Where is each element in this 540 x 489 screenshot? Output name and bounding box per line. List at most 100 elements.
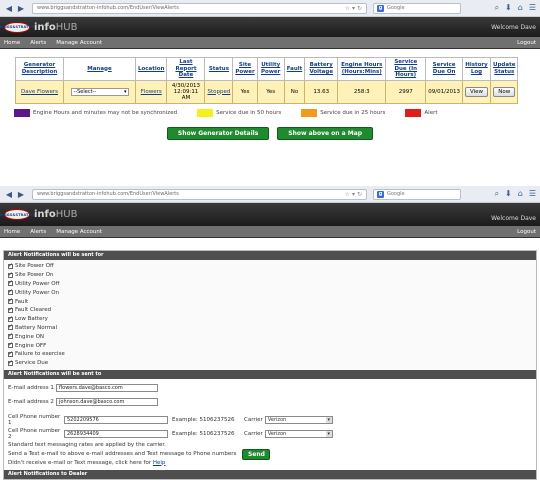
checkbox[interactable] [8, 359, 13, 366]
col-description[interactable]: Generator Description [15, 57, 64, 81]
forward-arrow-icon[interactable]: ▶ [16, 189, 26, 199]
search-box[interactable]: g Google [373, 188, 461, 200]
col-engine-hours[interactable]: Engine Hours (Hours:Mins) [337, 57, 387, 81]
list-item[interactable]: Engine ON [8, 332, 532, 341]
generator-description-link[interactable]: Dave Flowers [21, 89, 58, 95]
list-item[interactable]: Service Due [8, 359, 532, 368]
show-on-map-button[interactable]: Show above on a Map [277, 126, 374, 140]
show-generator-details-button[interactable]: Show Generator Details [166, 126, 270, 140]
help-note: Didn't receive e-mail or Text message, c… [8, 459, 532, 468]
list-item[interactable]: Fault Cleared [8, 306, 532, 315]
email2-field[interactable]: johnson.dave@basco.com [56, 397, 158, 406]
google-logo-icon: g [377, 190, 384, 198]
back-arrow-icon[interactable]: ◀ [4, 189, 14, 199]
alert-label: Utility Power Off [15, 280, 60, 287]
legend-item: Alert [405, 108, 438, 117]
col-location[interactable]: Location [134, 57, 168, 81]
checkbox[interactable] [8, 306, 13, 313]
email1-field[interactable]: flowers.dave@basco.com [56, 383, 158, 392]
forward-arrow-icon[interactable]: ▶ [16, 3, 26, 13]
list-item[interactable]: Site Power Off [8, 262, 532, 271]
checkbox[interactable] [8, 332, 13, 340]
reload-icon[interactable]: ↻ [357, 5, 362, 12]
menu-alerts[interactable]: Alerts [30, 40, 46, 46]
col-service-due-hours[interactable]: Service Due (In Hours) [385, 57, 427, 81]
checkbox[interactable] [8, 315, 13, 322]
checkbox[interactable] [8, 279, 13, 287]
checkbox[interactable] [8, 288, 13, 296]
list-item[interactable]: Fault [8, 297, 532, 306]
dropdown-arrow-icon[interactable]: ▾ [352, 191, 355, 198]
col-utility-power[interactable]: Utility Power [256, 57, 285, 81]
dropdown-arrow-icon[interactable]: ▾ [352, 5, 355, 12]
download-icon[interactable]: ⬇ [505, 3, 512, 13]
list-item[interactable]: Utility Power On [8, 288, 532, 297]
bookmarks-icon[interactable]: ⌕ [495, 189, 499, 199]
menu-manage-account[interactable]: Manage Account [56, 229, 102, 235]
update-now-button[interactable]: Now [493, 86, 516, 97]
google-logo-icon: g [377, 4, 384, 12]
col-update-status: Update Status [490, 57, 519, 81]
list-item[interactable]: Engine OFF [8, 341, 532, 350]
back-arrow-icon[interactable]: ◀ [4, 3, 14, 13]
col-status[interactable]: Status [204, 57, 234, 81]
send-test-button[interactable]: Send [242, 448, 271, 460]
checkbox[interactable] [8, 262, 13, 269]
manage-select[interactable]: --Select-- [70, 87, 129, 96]
alert-type-list: Site Power Off Site Power On Utility Pow… [4, 260, 536, 370]
carrier1-select[interactable]: Verizon [264, 415, 333, 424]
menu-icon[interactable]: ☰ [529, 3, 536, 13]
email2-row: E-mail address 2 johnson.dave@basco.com [8, 395, 532, 409]
list-item[interactable]: Battery Normal [8, 323, 532, 333]
list-item[interactable]: Low Battery [8, 315, 532, 324]
product-name-bold: info [34, 209, 56, 220]
history-view-button[interactable]: View [464, 86, 489, 97]
bookmarks-icon[interactable]: ⌕ [495, 3, 499, 13]
list-item[interactable]: Site Power On [8, 271, 532, 280]
search-placeholder: Google [387, 5, 405, 11]
carrier2-select[interactable]: Verizon [264, 429, 333, 438]
send-test-note: Send a Test e-mail to above e-mail addre… [8, 450, 237, 457]
cell1-field[interactable]: 5202209576 [64, 415, 168, 424]
menu-manage-account[interactable]: Manage Account [56, 40, 102, 46]
menu-alerts[interactable]: Alerts [30, 229, 46, 235]
bookmark-star-icon[interactable]: ☆ [345, 5, 350, 12]
checkbox[interactable] [8, 323, 13, 331]
cell2-example: Example: 5106237526 [172, 430, 235, 437]
alert-label: Engine OFF [15, 342, 47, 349]
sent-to-header: Alert Notifications will be sent to [4, 369, 536, 379]
col-site-power[interactable]: Site Power [232, 57, 258, 81]
col-battery-voltage[interactable]: Battery Voltage [304, 57, 339, 81]
help-link[interactable]: Help [153, 460, 166, 466]
address-bar[interactable]: www.briggsandstratton-infohub.com/EndUse… [32, 2, 367, 14]
alert-label: Failure to exercise [15, 351, 65, 358]
menu-icon[interactable]: ☰ [529, 189, 536, 199]
menu-home[interactable]: Home [4, 229, 20, 235]
download-icon[interactable]: ⬇ [505, 189, 512, 199]
col-service-due-on[interactable]: Service Due On [425, 57, 463, 81]
cell2-field[interactable]: 2628934409 [64, 429, 168, 438]
cell1-row: Cell Phone number 1 5202209576 Example: … [8, 413, 532, 427]
col-last-report[interactable]: Last Report Date [166, 57, 206, 81]
checkbox[interactable] [8, 271, 13, 278]
cell-manage: --Select-- [63, 79, 136, 104]
home-icon[interactable]: ⌂ [518, 3, 523, 13]
search-placeholder: Google [387, 191, 405, 197]
logout-link[interactable]: Logout [517, 229, 536, 235]
checkbox[interactable] [8, 350, 13, 357]
address-bar[interactable]: www.briggsandstratton-infohub.com/EndUse… [32, 188, 367, 200]
col-fault[interactable]: Fault [283, 57, 306, 81]
reload-icon[interactable]: ↻ [357, 191, 362, 198]
status-link[interactable]: Stopped [207, 89, 230, 95]
location-link[interactable]: Flowers [141, 89, 162, 95]
checkbox[interactable] [8, 297, 13, 305]
menu-home[interactable]: Home [4, 40, 20, 46]
logout-link[interactable]: Logout [517, 40, 536, 46]
list-item[interactable]: Utility Power Off [8, 279, 532, 289]
list-item[interactable]: Failure to exercise [8, 350, 532, 359]
search-box[interactable]: g Google [373, 2, 461, 14]
checkbox[interactable] [8, 341, 13, 349]
cell1-example: Example: 5106237526 [172, 416, 235, 423]
home-icon[interactable]: ⌂ [518, 189, 523, 199]
bookmark-star-icon[interactable]: ☆ [345, 191, 350, 198]
